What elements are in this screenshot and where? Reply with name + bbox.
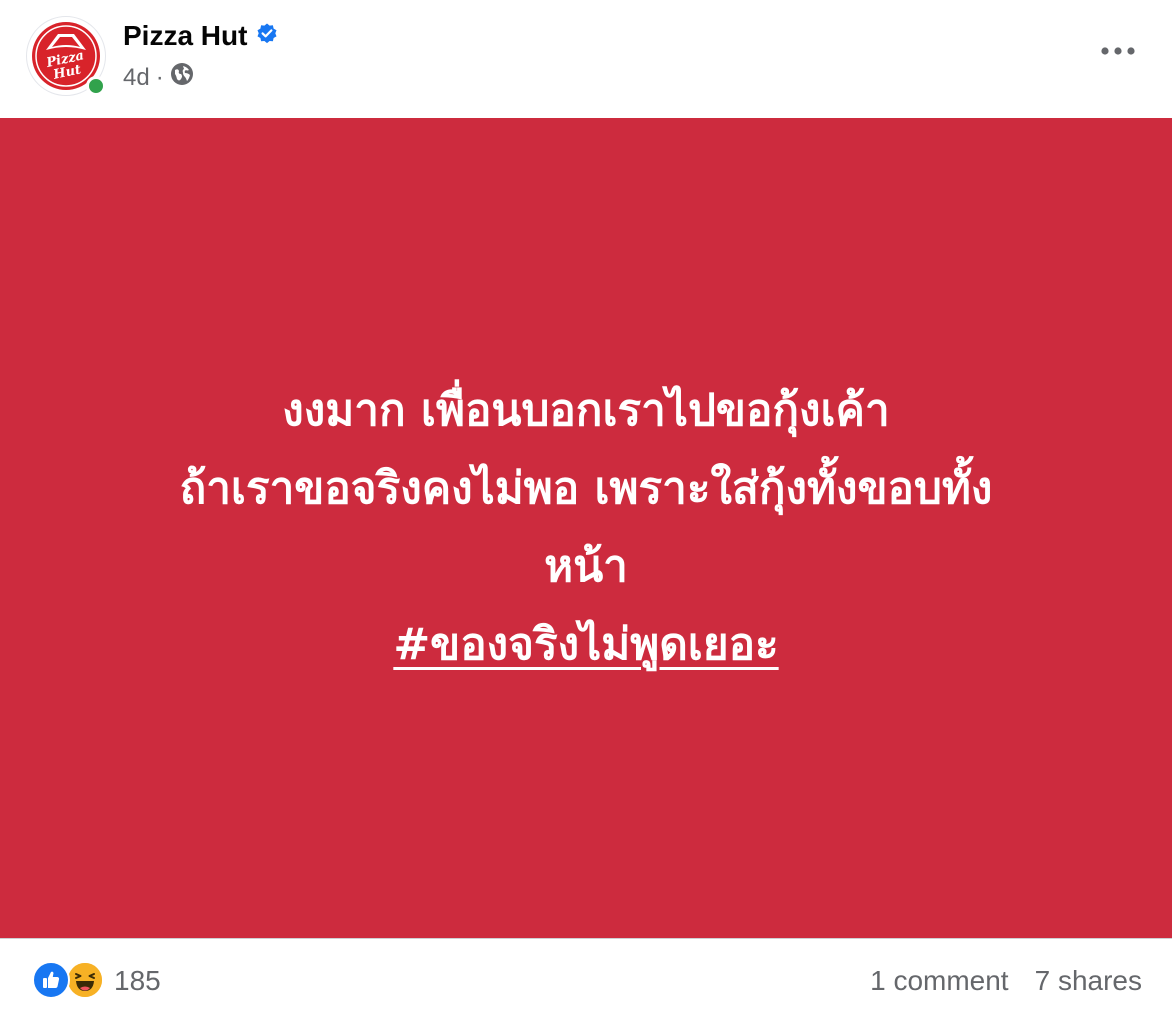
- meta-separator: ·: [155, 63, 164, 91]
- more-options-button[interactable]: [1098, 36, 1138, 66]
- page-name-link[interactable]: Pizza Hut: [123, 20, 247, 52]
- post-text-background: งงมาก เพื่อนบอกเราไปขอกุ้งเค้า ถ้าเราขอจ…: [0, 118, 1172, 938]
- post-message-line-1: งงมาก เพื่อนบอกเราไปขอกุ้งเค้า: [282, 385, 890, 436]
- post-message-line-3: หน้า: [544, 541, 628, 592]
- post-message-line-2: ถ้าเราขอจริงคงไม่พอ เพราะใส่กุ้งทั้งขอบท…: [179, 463, 993, 514]
- facebook-post: Pizza Hut Pizza Hut 4d · งงมาก เพื่อนบอก…: [0, 0, 1172, 1016]
- comments-count-link[interactable]: 1 comment: [870, 965, 1009, 997]
- post-message: งงมาก เพื่อนบอกเราไปขอกุ้งเค้า ถ้าเราขอจ…: [180, 372, 993, 684]
- page-avatar[interactable]: Pizza Hut: [26, 16, 106, 96]
- engagement-stats: 1 comment 7 shares: [870, 965, 1142, 997]
- post-meta: 4d ·: [123, 62, 194, 93]
- post-timestamp[interactable]: 4d: [123, 64, 150, 92]
- reaction-icons: [32, 961, 108, 1001]
- shares-count-link[interactable]: 7 shares: [1035, 965, 1142, 997]
- page-name-row: Pizza Hut: [123, 20, 279, 52]
- post-header: Pizza Hut Pizza Hut 4d ·: [0, 0, 1172, 118]
- reaction-count: 185: [114, 965, 161, 996]
- more-horizontal-icon: [1101, 47, 1135, 55]
- hashtag-link[interactable]: #ของจริงไม่พูดเยอะ: [393, 619, 778, 670]
- globe-icon[interactable]: [170, 62, 194, 93]
- online-status-dot: [86, 76, 106, 96]
- post-footer: 185 1 comment 7 shares: [0, 938, 1172, 1016]
- verified-badge-icon: [255, 22, 279, 51]
- like-icon: [32, 961, 70, 999]
- haha-icon: [66, 961, 104, 999]
- reactions-summary[interactable]: 185: [32, 961, 161, 1001]
